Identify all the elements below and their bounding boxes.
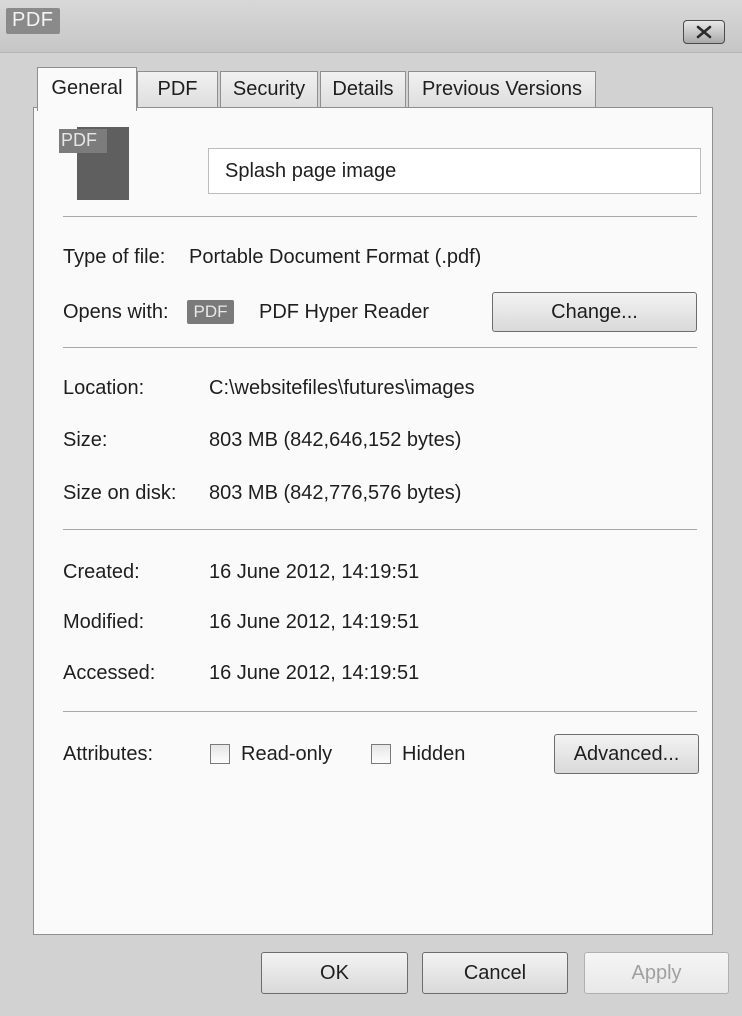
accessed-label: Accessed: [63,662,156,684]
read-only-label: Read-only [241,743,333,765]
window-title: PDF [6,8,60,34]
file-name-input[interactable] [208,148,701,194]
cancel-button[interactable]: Cancel [422,952,568,994]
created-label: Created: [63,561,140,583]
divider [63,216,697,217]
close-icon [696,25,712,39]
divider [63,347,697,348]
location-value: C:\websitefiles\futures\images [209,377,475,399]
divider [63,711,697,712]
modified-value: 16 June 2012, 14:19:51 [209,611,420,633]
tab-security[interactable]: Security [220,71,318,107]
accessed-value: 16 June 2012, 14:19:51 [209,662,420,684]
advanced-button[interactable]: Advanced... [554,734,699,774]
hidden-checkbox[interactable] [371,744,391,764]
type-of-file-value: Portable Document Format (.pdf) [189,246,482,268]
size-on-disk-label: Size on disk: [63,482,177,504]
size-on-disk-value: 803 MB (842,776,576 bytes) [209,482,462,504]
divider [63,529,697,530]
read-only-checkbox[interactable] [210,744,230,764]
general-panel [33,107,713,935]
apply-button[interactable]: Apply [584,952,729,994]
pdf-app-icon: PDF [187,300,234,324]
close-button[interactable] [683,20,725,44]
opens-with-app-name: PDF Hyper Reader [259,301,430,323]
tab-pdf[interactable]: PDF [137,71,218,107]
hidden-label: Hidden [402,743,466,765]
size-value: 803 MB (842,646,152 bytes) [209,429,462,451]
created-value: 16 June 2012, 14:19:51 [209,561,420,583]
size-label: Size: [63,429,108,451]
change-button[interactable]: Change... [492,292,697,332]
tab-general[interactable]: General [37,67,137,111]
type-of-file-label: Type of file: [63,246,166,268]
attributes-label: Attributes: [63,743,154,765]
pdf-file-icon: PDF [59,127,129,200]
title-bar [0,0,742,53]
ok-button[interactable]: OK [261,952,408,994]
opens-with-label: Opens with: [63,301,169,323]
file-icon-text: PDF [61,130,97,150]
location-label: Location: [63,377,145,399]
tab-previous-versions[interactable]: Previous Versions [408,71,596,107]
tab-details[interactable]: Details [320,71,406,107]
modified-label: Modified: [63,611,145,633]
